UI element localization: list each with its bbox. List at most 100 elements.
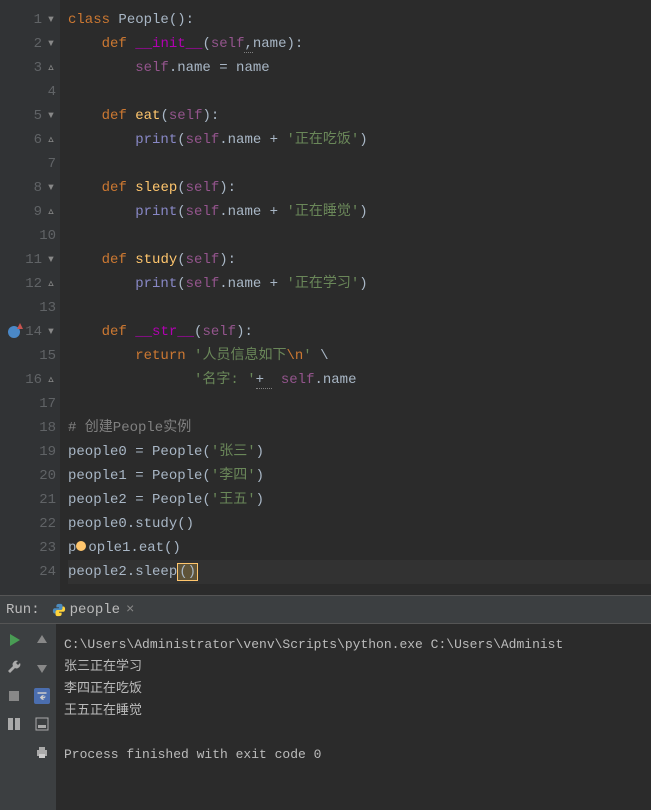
- code-line[interactable]: [68, 224, 651, 248]
- code-line[interactable]: def eat(self):: [68, 104, 651, 128]
- fold-end-icon[interactable]: ▵: [46, 135, 56, 145]
- run-toolbar-secondary: [28, 624, 56, 810]
- code-area[interactable]: class People(): def __init__(self,name):…: [60, 0, 651, 595]
- gutter-row: 4: [0, 80, 60, 104]
- gutter-row: 6▵: [0, 128, 60, 152]
- line-number: 11: [24, 248, 42, 272]
- line-number: 6: [24, 128, 42, 152]
- fold-end-icon[interactable]: ▵: [46, 207, 56, 217]
- gutter-row: 11 ▾: [0, 248, 60, 272]
- fold-end-icon[interactable]: ▵: [46, 63, 56, 73]
- code-line[interactable]: def study(self):: [68, 248, 651, 272]
- print-icon[interactable]: [34, 744, 50, 760]
- code-line[interactable]: print(self.name + '正在学习'): [68, 272, 651, 296]
- run-tab-name: people: [70, 602, 120, 618]
- line-number: 14: [24, 320, 42, 344]
- run-panel: Run: people × C:\Users\Administrator\ven…: [0, 595, 651, 810]
- run-body: C:\Users\Administrator\venv\Scripts\pyth…: [0, 624, 651, 810]
- up-arrow-icon[interactable]: [34, 632, 50, 648]
- output-line: 李四正在吃饭: [64, 681, 142, 696]
- override-icon[interactable]: [8, 326, 20, 338]
- code-line[interactable]: class People():: [68, 8, 651, 32]
- gutter-row: 16 ▵: [0, 368, 60, 392]
- run-label: Run:: [6, 602, 40, 618]
- fold-icon[interactable]: ▾: [46, 39, 56, 49]
- code-line[interactable]: # 创建People实例: [68, 416, 651, 440]
- line-number: 8: [24, 176, 42, 200]
- code-line[interactable]: [68, 392, 651, 416]
- gutter-row: 9▵: [0, 200, 60, 224]
- fold-end-icon[interactable]: ▵: [46, 375, 56, 385]
- code-line[interactable]: def __str__(self):: [68, 320, 651, 344]
- line-number: 13: [38, 296, 56, 320]
- scroll-end-icon[interactable]: [34, 716, 50, 732]
- gutter-row: 19: [0, 440, 60, 464]
- run-tab[interactable]: people ×: [48, 600, 139, 620]
- line-number: 9: [24, 200, 42, 224]
- caret: (): [177, 563, 198, 581]
- code-line[interactable]: people1 = People('李四'): [68, 464, 651, 488]
- line-number: 21: [38, 488, 56, 512]
- code-line[interactable]: def __init__(self,name):: [68, 32, 651, 56]
- line-number: 4: [38, 80, 56, 104]
- wrench-icon[interactable]: [6, 660, 22, 676]
- code-line[interactable]: [68, 152, 651, 176]
- gutter-row: 22: [0, 512, 60, 536]
- output-line: 王五正在睡觉: [64, 703, 142, 718]
- rerun-icon[interactable]: [6, 632, 22, 648]
- code-line[interactable]: people2 = People('王五'): [68, 488, 651, 512]
- down-arrow-icon[interactable]: [34, 660, 50, 676]
- python-icon: [52, 603, 66, 617]
- line-number: 15: [38, 344, 56, 368]
- line-number: 12: [24, 272, 42, 296]
- line-number: 19: [38, 440, 56, 464]
- code-line[interactable]: [68, 296, 651, 320]
- code-line[interactable]: print(self.name + '正在吃饭'): [68, 128, 651, 152]
- run-header: Run: people ×: [0, 596, 651, 624]
- soft-wrap-icon[interactable]: [34, 688, 50, 704]
- code-line[interactable]: def sleep(self):: [68, 176, 651, 200]
- gutter-row: 20: [0, 464, 60, 488]
- line-number: 18: [38, 416, 56, 440]
- fold-icon[interactable]: ▾: [46, 183, 56, 193]
- fold-icon[interactable]: ▾: [46, 255, 56, 265]
- gutter-row: 7: [0, 152, 60, 176]
- editor-area: 1▾ 2▾ 3▵ 4 5▾ 6▵ 7 8▾ 9▵ 10 11▾ 12▵ 13 1…: [0, 0, 651, 595]
- fold-icon[interactable]: ▾: [46, 111, 56, 121]
- fold-icon[interactable]: ▾: [46, 327, 56, 337]
- code-line[interactable]: '名字: '+ self.name: [68, 368, 651, 392]
- output-line: 张三正在学习: [64, 659, 142, 674]
- code-line[interactable]: people0.study(): [68, 512, 651, 536]
- output-exit: Process finished with exit code 0: [64, 747, 321, 762]
- layout-icon[interactable]: [6, 716, 22, 732]
- gutter-row: 3▵: [0, 56, 60, 80]
- gutter-row: 23: [0, 536, 60, 560]
- code-line[interactable]: pople1.eat(): [68, 536, 651, 560]
- code-line[interactable]: [68, 80, 651, 104]
- fold-icon[interactable]: ▾: [46, 15, 56, 25]
- gutter-row: 18: [0, 416, 60, 440]
- code-line[interactable]: people0 = People('张三'): [68, 440, 651, 464]
- code-line[interactable]: self.name = name: [68, 56, 651, 80]
- line-number: 23: [38, 536, 56, 560]
- fold-end-icon[interactable]: ▵: [46, 279, 56, 289]
- gutter-row: 8▾: [0, 176, 60, 200]
- line-number: 17: [38, 392, 56, 416]
- stop-icon[interactable]: [6, 688, 22, 704]
- code-line[interactable]: return '人员信息如下\n' \: [68, 344, 651, 368]
- line-number: 1: [24, 8, 42, 32]
- line-number: 2: [24, 32, 42, 56]
- gutter-row: 5▾: [0, 104, 60, 128]
- run-output[interactable]: C:\Users\Administrator\venv\Scripts\pyth…: [56, 624, 651, 810]
- line-number: 16: [24, 368, 42, 392]
- line-number: 10: [38, 224, 56, 248]
- code-line[interactable]: print(self.name + '正在睡觉'): [68, 200, 651, 224]
- gutter-row: 2▾: [0, 32, 60, 56]
- close-icon[interactable]: ×: [126, 602, 134, 618]
- intention-bulb-icon[interactable]: [76, 541, 86, 551]
- code-line-current[interactable]: people2.sleep(): [68, 560, 651, 584]
- gutter-row: 17: [0, 392, 60, 416]
- gutter-row: 24: [0, 560, 60, 584]
- line-number: 24: [38, 560, 56, 584]
- run-toolbar-primary: [0, 624, 28, 810]
